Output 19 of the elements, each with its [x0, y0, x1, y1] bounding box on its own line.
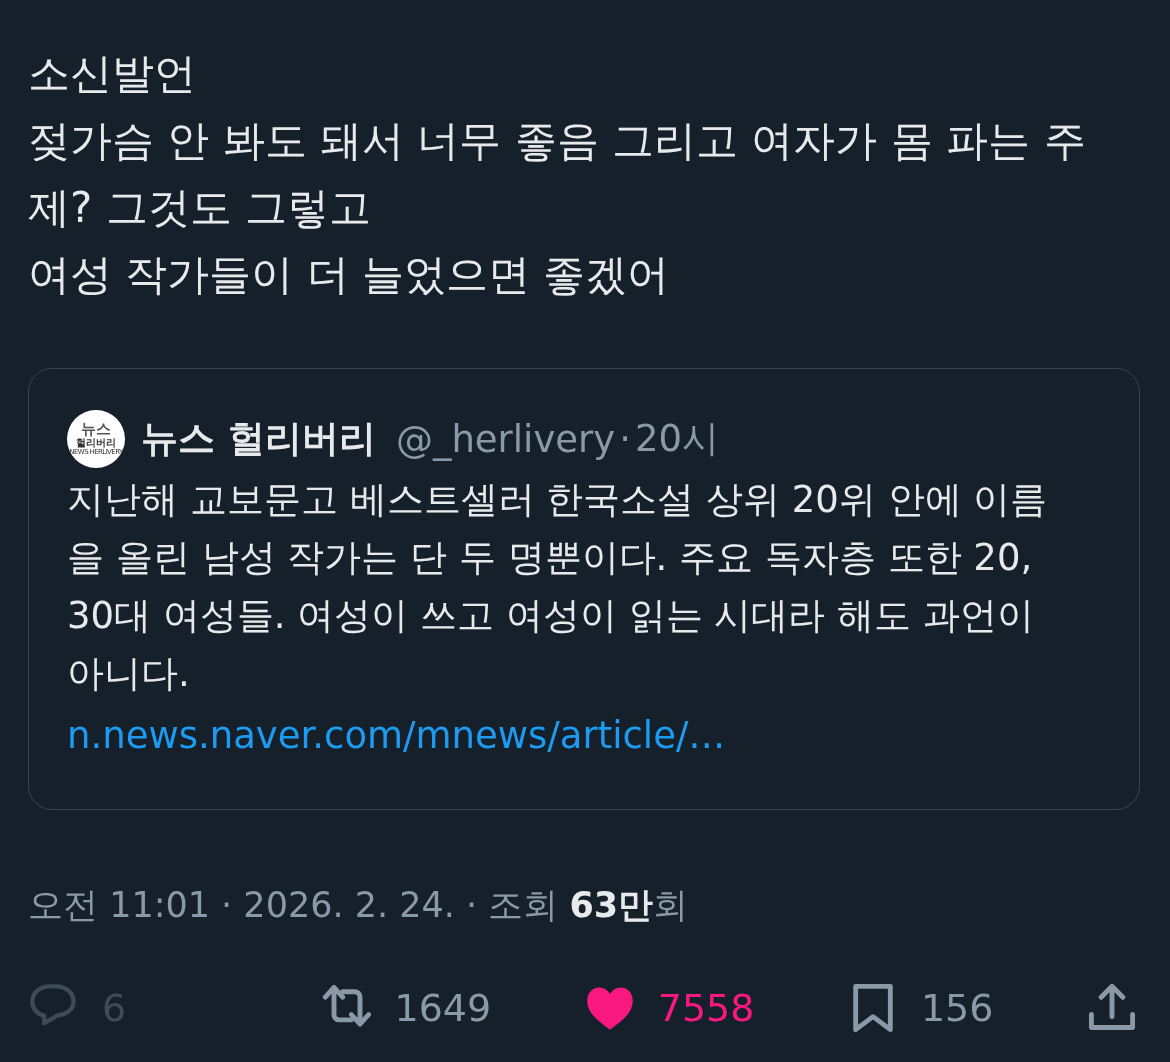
quoted-text-line: 아니다.: [67, 651, 190, 697]
post-text-line: 소신발언: [28, 48, 196, 100]
like-count: 7558: [657, 986, 755, 1030]
author-handle[interactable]: @_herlivery: [395, 417, 616, 461]
article-link[interactable]: n.news.naver.com/mnews/article/…: [67, 707, 726, 765]
post-text-line: 제? 그것도 그렇고: [28, 182, 371, 234]
avatar-logo-text: 헐리버리: [76, 438, 116, 448]
post-text-line: 젖가슴 안 봐도 돼서 너무 좋음 그리고 여자가 몸 파는 주: [28, 115, 1086, 167]
quoted-text-line: 을 올린 남성 작가는 단 두 명뿐이다. 주요 독자층 또한 20,: [67, 535, 1033, 581]
post-time[interactable]: 20시: [634, 414, 719, 464]
avatar-logo-text: 뉴스: [81, 422, 111, 437]
separator-dot: ·: [619, 417, 631, 461]
author-name[interactable]: 뉴스 헐리버리: [141, 414, 376, 464]
repost-count: 1649: [394, 986, 492, 1030]
bookmark-count: 156: [920, 986, 994, 1030]
post-text-line: 여성 작가들이 더 늘었으면 좋겠어: [28, 249, 670, 301]
post-timestamp: 오전 11:01 · 2026. 2. 24. · 조회 63만회: [28, 885, 689, 925]
quoted-text-line: 지난해 교보문고 베스트셀러 한국소설 상위 20위 안에 이름: [67, 477, 1048, 523]
quoted-text-line: 30대 여성들. 여성이 쓰고 여성이 읽는 시대라 해도 과언이: [67, 593, 1034, 639]
